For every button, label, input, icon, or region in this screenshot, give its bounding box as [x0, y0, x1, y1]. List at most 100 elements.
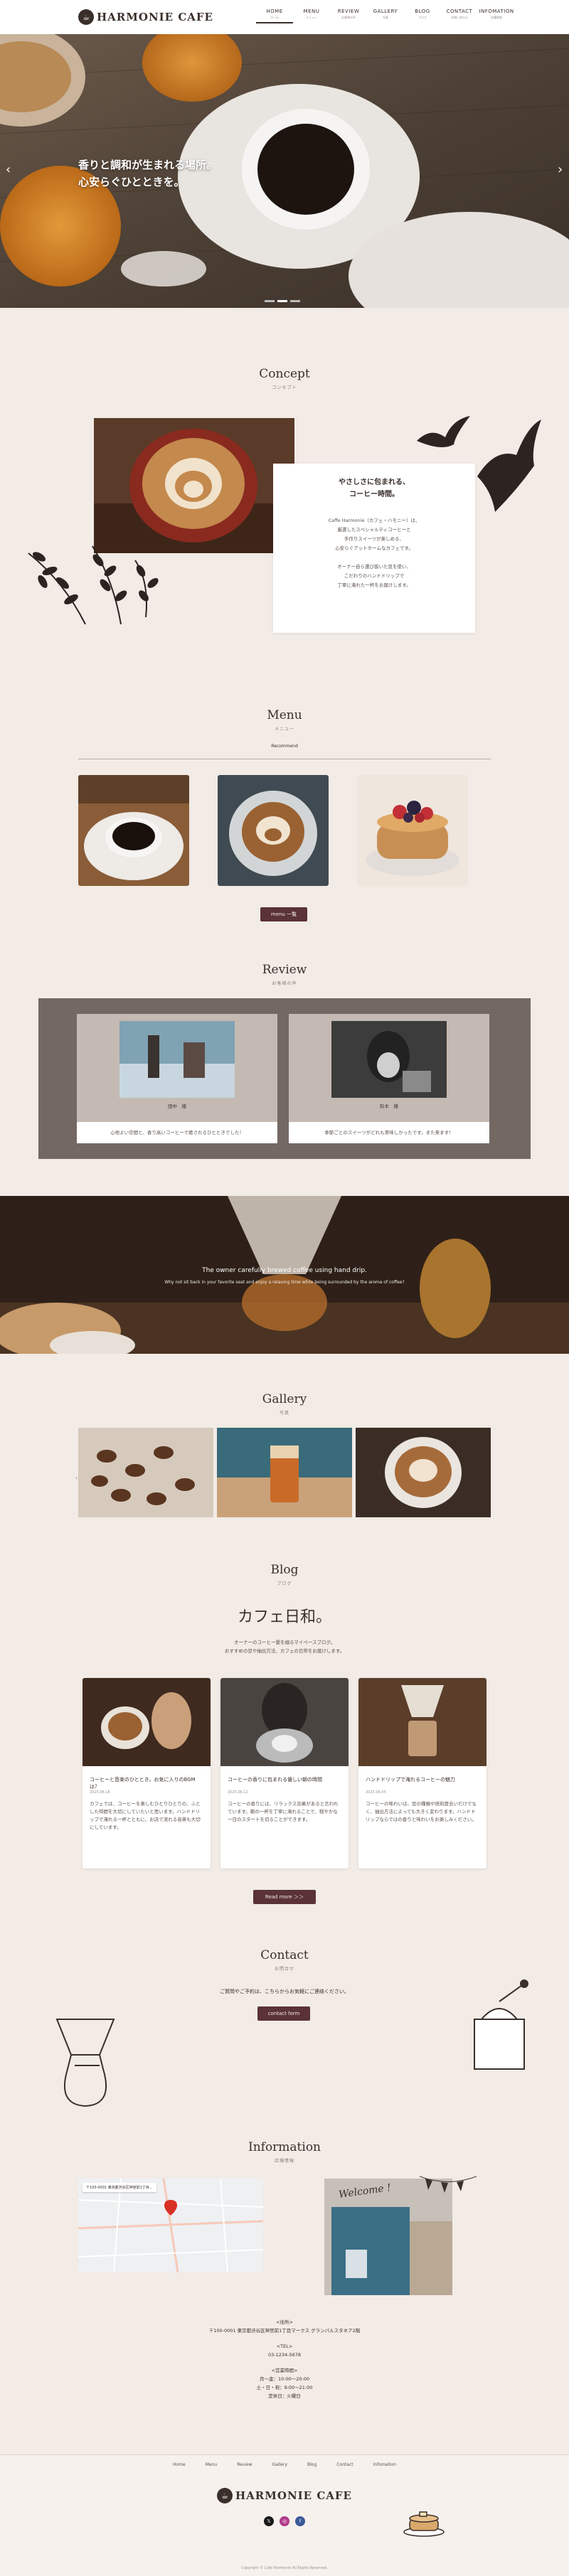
slider-dot-active[interactable]	[277, 300, 287, 302]
footer-link-review[interactable]: Review	[237, 2462, 252, 2467]
nav-review[interactable]: REVIEW お客様の声	[330, 9, 367, 23]
tab-recommend[interactable]: Recommend	[78, 744, 491, 749]
blog-post-date: 2025.06.18	[90, 1790, 110, 1795]
nav-home[interactable]: HOME ホーム	[256, 9, 293, 23]
drip-coffee-illustration	[55, 2019, 115, 2107]
slider-next-button[interactable]: ›	[558, 162, 563, 177]
hero-tagline: 香りと調和が生まれる場所。 心安らぐひとときを。	[78, 156, 217, 191]
hours-text: 土・日・祝：9:00〜21:00	[256, 2385, 313, 2390]
concept-text: 厳選したスペシャルティコーヒーと	[337, 527, 411, 533]
concept-text: 丁寧に淹れた一杯をお届けします。	[337, 582, 411, 588]
footer-link-gallery[interactable]: Gallery	[272, 2462, 287, 2467]
nav-menu[interactable]: MENU メニュー	[293, 9, 330, 23]
concept-title: Concept	[259, 367, 310, 381]
menu-title: Menu	[267, 708, 302, 722]
nav-label: CONTACT	[446, 9, 473, 14]
blog-card[interactable]: ハンドドリップで淹れるコーヒーの魅力 2025.06.05 コーヒーの味わいは、…	[358, 1678, 486, 1869]
gallery-image-latte[interactable]	[356, 1428, 491, 1517]
site-logo[interactable]: ☕ HARMONIE CAFE	[78, 9, 213, 26]
reviewer-name: 田中 様	[168, 1103, 186, 1109]
review-subtitle: お客様の声	[272, 981, 297, 986]
footer-link-blog[interactable]: Blog	[307, 2462, 317, 2467]
menu-subtitle: メニュー	[274, 727, 294, 732]
nav-label: MENU	[303, 9, 320, 14]
nav-blog[interactable]: BLOG ブログ	[404, 9, 441, 23]
blog-post-excerpt: コーヒーの味わいは、豆の種類や焙煎度合いだけでなく、抽出方法によっても大きく変わ…	[366, 1801, 477, 1822]
nav-sublabel: メニュー	[306, 16, 317, 19]
hand-drip-banner: The owner carefully brewed coffee using …	[0, 1196, 569, 1354]
facebook-icon[interactable]: f	[295, 2516, 305, 2526]
footer-link-information[interactable]: Infomation	[373, 2462, 396, 2467]
logo-text: HARMONIE CAFE	[97, 11, 213, 23]
slider-prev-button[interactable]: ‹	[6, 162, 11, 177]
nav-label: BLOG	[415, 9, 430, 14]
blog-logo: カフェ日和。	[237, 1608, 331, 1626]
contact-form-button[interactable]: contact form	[257, 2006, 310, 2021]
nav-label: REVIEW	[337, 9, 360, 14]
social-links: 𝕏 ◎ f	[0, 2516, 569, 2526]
footer-link-contact[interactable]: Contact	[336, 2462, 353, 2467]
nav-label: HOME	[266, 9, 283, 14]
review-panel: 田中 様 心地よい空間と、香り高いコーヒーで癒されるひとときでした！ 鈴木 様 …	[38, 998, 531, 1159]
nav-sublabel: お問い合わせ	[451, 16, 468, 19]
concept-text: オーナー自ら選び抜いた豆を使い、	[337, 564, 411, 570]
nav-sublabel: お客様の声	[341, 16, 356, 19]
footer-logo[interactable]: ☕ HARMONIE CAFE	[0, 2488, 569, 2503]
menu-item-latte-image[interactable]	[218, 775, 329, 886]
gallery-prev-arrow[interactable]: ‹	[75, 1475, 78, 1481]
gallery-subtitle: 写真	[279, 1411, 289, 1416]
blog-read-more-button[interactable]: Read more ＞＞	[253, 1890, 316, 1904]
blog-intro-line: オーナーのコーヒー愛を綴るマイペースブログ。	[234, 1640, 335, 1645]
blog-card[interactable]: コーヒーと音楽のひととき。お気に入りのBGMは？ 2025.06.18 カフェで…	[83, 1678, 211, 1869]
nav-label: GALLERY	[373, 9, 398, 14]
review-text: 心地よい空間と、香り高いコーヒーで癒されるひとときでした！	[77, 1122, 277, 1143]
hero-line: 心安らぐひとときを。	[78, 176, 185, 188]
review-title: Review	[262, 963, 307, 977]
menu-item-coffee-image[interactable]	[78, 775, 189, 886]
gallery-image-iced-coffee[interactable]	[217, 1428, 352, 1517]
nav-information[interactable]: INFOMATION 店舗情報	[478, 9, 515, 23]
site-header: ☕ HARMONIE CAFE HOME ホーム MENU メニュー REVIEW お…	[0, 0, 569, 34]
holiday-text: 定休日：火曜日	[268, 2393, 301, 2399]
menu-list-button[interactable]: menu 一覧	[260, 907, 307, 921]
blog-post-title: コーヒーと音楽のひととき。お気に入りのBGMは？	[90, 1777, 196, 1790]
blog-subtitle: ブログ	[277, 1581, 292, 1586]
reviewer-name: 鈴木 様	[380, 1103, 398, 1109]
nav-sublabel: 写真	[383, 16, 388, 19]
address-heading: <住所>	[276, 2319, 293, 2325]
review-photo	[119, 1021, 235, 1098]
coffee-cup-icon: ☕	[217, 2488, 233, 2503]
nav-contact[interactable]: CONTACT お問い合わせ	[441, 9, 478, 23]
gallery-image-beans[interactable]	[78, 1428, 213, 1517]
blog-post-excerpt: カフェでは、コーヒーを楽しむひとりひとりの、ふとした時間を大切にしていたいと思い…	[90, 1801, 201, 1830]
hours-text: 月〜金：10:00〜20:00	[260, 2376, 309, 2382]
map-address-label: 〒100-0001 東京都渋谷区神宮前1丁目...	[83, 2183, 156, 2192]
banner-heading: The owner carefully brewed coffee using …	[202, 1267, 367, 1274]
nav-sublabel: ホーム	[270, 16, 279, 19]
pancake-illustration	[403, 2511, 445, 2537]
x-icon[interactable]: 𝕏	[264, 2516, 274, 2526]
bunting-flags-illustration	[420, 2176, 477, 2193]
footer-link-home[interactable]: Home	[173, 2462, 186, 2467]
blog-thumbnail	[220, 1678, 349, 1766]
nav-label: INFOMATION	[479, 9, 514, 14]
concept-body: Caffe Harmonie（カフェ・ハモニー）は、 厳選したスペシャルティコー…	[273, 516, 475, 590]
tel-text[interactable]: 03-1234-5678	[0, 2351, 569, 2359]
swallow-birds-illustration	[417, 416, 541, 512]
tel-heading: <TEL>	[276, 2343, 293, 2349]
hero-line: 香りと調和が生まれる場所。	[78, 159, 218, 171]
slider-dots	[265, 300, 300, 302]
leaf-branch-illustration	[28, 545, 159, 625]
footer-logo-text: HARMONIE CAFE	[235, 2489, 352, 2502]
nav-gallery[interactable]: GALLERY 写真	[367, 9, 404, 23]
slider-dot[interactable]	[265, 300, 275, 302]
blog-thumbnail	[83, 1678, 211, 1766]
concept-text: 心安らぐアットホームなカフェです。	[335, 545, 413, 551]
review-photo	[331, 1021, 447, 1098]
slider-dot[interactable]	[290, 300, 300, 302]
map[interactable]: 〒100-0001 東京都渋谷区神宮前1丁目...	[78, 2179, 263, 2272]
footer-link-menu[interactable]: Menu	[206, 2462, 217, 2467]
blog-card[interactable]: コーヒーの香りに包まれる優しい朝の時間 2025.06.12 コーヒーの香りには…	[220, 1678, 349, 1869]
instagram-icon[interactable]: ◎	[280, 2516, 289, 2526]
menu-item-pancake-image[interactable]	[357, 775, 468, 886]
